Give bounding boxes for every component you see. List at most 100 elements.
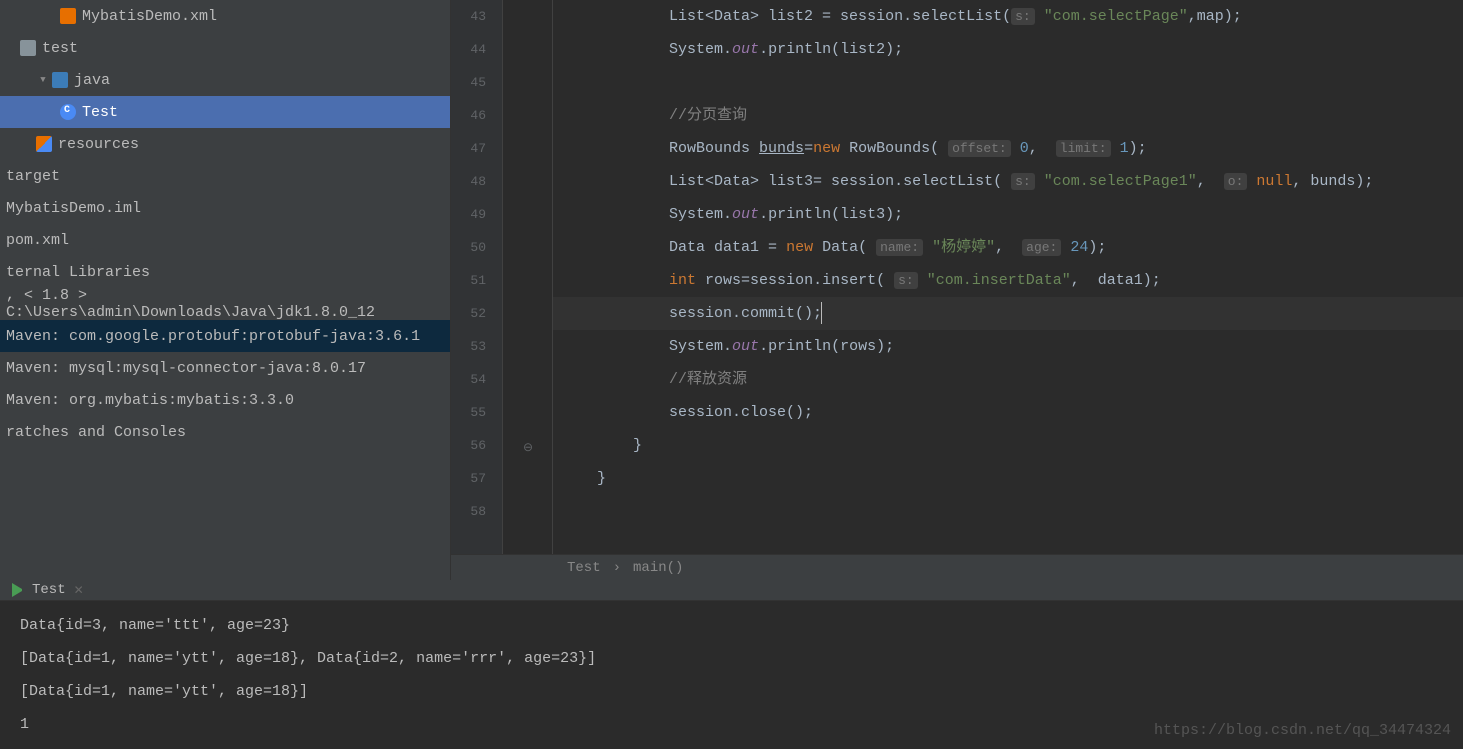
code-line[interactable]: List<Data> list3= session.selectList( s:… [553,165,1463,198]
code-line[interactable]: session.commit(); [553,297,1463,330]
tree-item-label: ternal Libraries [6,264,150,281]
code-line[interactable]: System.out.println(list2); [553,33,1463,66]
breadcrumb-method[interactable]: main() [633,560,683,576]
line-number[interactable]: 56 [451,429,486,462]
console-output[interactable]: Data{id=3, name='ttt', age=23} [Data{id=1… [0,601,1463,749]
line-number[interactable]: 47 [451,132,486,165]
tree-item-label: MybatisDemo.xml [82,8,217,25]
tree-item[interactable]: MybatisDemo.xml [0,0,450,32]
token-hint: age: [1022,239,1061,256]
tree-item[interactable]: Test [0,96,450,128]
folder-icon [52,72,68,88]
token-str: "com.insertData" [927,272,1071,289]
tree-item-label: Maven: org.mybatis:mybatis:3.3.0 [6,392,294,409]
tree-item-label: Maven: com.google.protobuf:protobuf-java… [6,328,420,345]
tree-item-label: ratches and Consoles [6,424,186,441]
console-tabs[interactable]: Test ✕ [0,580,1463,601]
token-field: out [732,41,759,58]
breadcrumb-separator: › [613,560,621,576]
token-hint: s: [894,272,918,289]
line-number[interactable]: 54 [451,363,486,396]
xml-icon [60,8,76,24]
token-hint: s: [1011,8,1035,25]
token-hint: name: [876,239,923,256]
line-number[interactable]: 58 [451,495,486,528]
code-line[interactable] [553,495,1463,528]
code-line[interactable]: Data data1 = new Data( name: "杨婷婷", age:… [553,231,1463,264]
line-number[interactable]: 46 [451,99,486,132]
code-line[interactable]: int rows=session.insert( s: "com.insertD… [553,264,1463,297]
token-hint: offset: [948,140,1011,157]
token-kw: new [786,239,813,256]
code-line[interactable]: System.out.println(list3); [553,198,1463,231]
tree-item[interactable]: test [0,32,450,64]
line-number[interactable]: 55 [451,396,486,429]
token-field: out [732,338,759,355]
tree-item-label: target [6,168,60,185]
line-number[interactable]: 48 [451,165,486,198]
token-field: out [732,206,759,223]
tree-item-label: Test [82,104,118,121]
line-number[interactable]: 49 [451,198,486,231]
console-tab-label: Test [32,582,66,598]
code-line[interactable]: //分页查询 [553,99,1463,132]
tree-item[interactable]: Maven: com.google.protobuf:protobuf-java… [0,320,450,352]
tree-item[interactable]: MybatisDemo.iml [0,192,450,224]
console-line: Data{id=3, name='ttt', age=23} [20,609,1443,642]
console-panel: Test ✕ Data{id=3, name='ttt', age=23} [Da… [0,580,1463,747]
token-kw: null [1256,173,1292,190]
token-comment: //释放资源 [669,371,747,388]
token-str: "杨婷婷" [932,239,995,256]
code-line[interactable]: List<Data> list2 = session.selectList(s:… [553,0,1463,33]
code-line[interactable]: System.out.println(rows); [553,330,1463,363]
token-num: 1 [1120,140,1129,157]
tree-item[interactable]: , < 1.8 > C:\Users\admin\Downloads\Java\… [0,288,450,320]
class-icon [60,104,76,120]
breadcrumb[interactable]: Test › main() [451,554,1463,580]
line-number[interactable]: 51 [451,264,486,297]
breadcrumb-class[interactable]: Test [567,560,601,576]
tree-item[interactable]: java [0,64,450,96]
tree-item-label: java [74,72,110,89]
code-line[interactable]: RowBounds bunds=new RowBounds( offset: 0… [553,132,1463,165]
tree-item[interactable]: ratches and Consoles [0,416,450,448]
code-editor[interactable]: List<Data> list2 = session.selectList(s:… [553,0,1463,554]
fold-icon[interactable]: ⊖ [523,440,533,455]
code-line[interactable]: } [553,429,1463,462]
code-line[interactable]: session.close(); [553,396,1463,429]
tree-item[interactable]: resources [0,128,450,160]
tree-item[interactable]: target [0,160,450,192]
tree-item[interactable]: pom.xml [0,224,450,256]
line-number[interactable]: 50 [451,231,486,264]
tree-item[interactable]: Maven: mysql:mysql-connector-java:8.0.17 [0,352,450,384]
token-hint: o: [1224,173,1248,190]
line-number[interactable]: 43 [451,0,486,33]
line-number[interactable]: 53 [451,330,486,363]
code-line[interactable] [553,66,1463,99]
line-number[interactable]: 44 [451,33,486,66]
token-kw: int [669,272,696,289]
close-icon[interactable]: ✕ [74,583,84,598]
token-comment: //分页查询 [669,107,747,124]
code-line[interactable]: } [553,462,1463,495]
line-number[interactable]: 57 [451,462,486,495]
token-hint: limit: [1056,140,1111,157]
fold-gutter[interactable]: ⊖ [503,0,553,554]
tree-item-label: , < 1.8 > C:\Users\admin\Downloads\Java\… [6,287,444,321]
token-str: "com.selectPage" [1044,8,1188,25]
line-number[interactable]: 45 [451,66,486,99]
code-line[interactable]: //释放资源 [553,363,1463,396]
tree-item[interactable]: Maven: org.mybatis:mybatis:3.3.0 [0,384,450,416]
console-tab-test[interactable]: Test ✕ [4,580,92,600]
project-tree[interactable]: MybatisDemo.xml test java Test resources targ… [0,0,451,580]
console-line: [Data{id=1, name='ytt', age=18}] [20,675,1443,708]
line-gutter[interactable]: 43444546474849505152535455565758 [451,0,503,554]
run-icon [12,583,26,597]
token-num: 24 [1070,239,1088,256]
line-number[interactable]: 52 [451,297,486,330]
tree-item[interactable]: ternal Libraries [0,256,450,288]
chevron-down-icon[interactable] [36,73,50,87]
watermark: https://blog.csdn.net/qq_34474324 [1154,714,1451,747]
tree-item-label: pom.xml [6,232,69,249]
token-str: "com.selectPage1" [1044,173,1197,190]
